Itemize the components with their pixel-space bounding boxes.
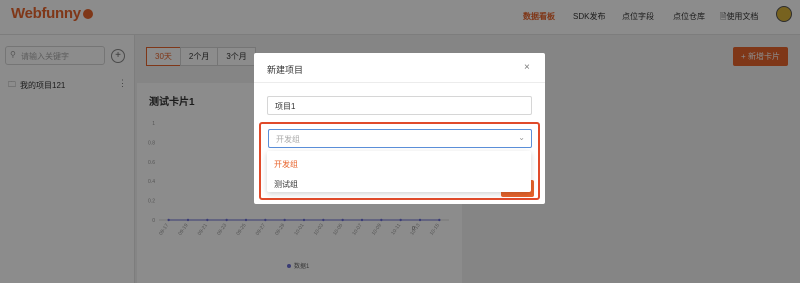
dialog-divider bbox=[254, 82, 545, 83]
chevron-down-icon: ⌄ bbox=[518, 133, 525, 142]
project-name-value: 项目1 bbox=[275, 102, 296, 111]
group-select-placeholder: 开发组 bbox=[276, 135, 300, 144]
close-icon[interactable]: × bbox=[524, 62, 530, 73]
group-dropdown: 开发组 测试组 bbox=[267, 151, 531, 192]
dropdown-option-test-group[interactable]: 测试组 bbox=[274, 179, 298, 190]
group-select[interactable]: 开发组 ⌄ bbox=[268, 129, 532, 148]
dropdown-option-dev-group[interactable]: 开发组 bbox=[274, 159, 298, 170]
project-name-input[interactable]: 项目1 bbox=[267, 96, 532, 115]
dialog-title: 新建项目 bbox=[267, 65, 304, 75]
new-project-dialog: 新建项目 × 项目1 开发组 ⌄ 开发组 测试组 bbox=[254, 53, 545, 204]
